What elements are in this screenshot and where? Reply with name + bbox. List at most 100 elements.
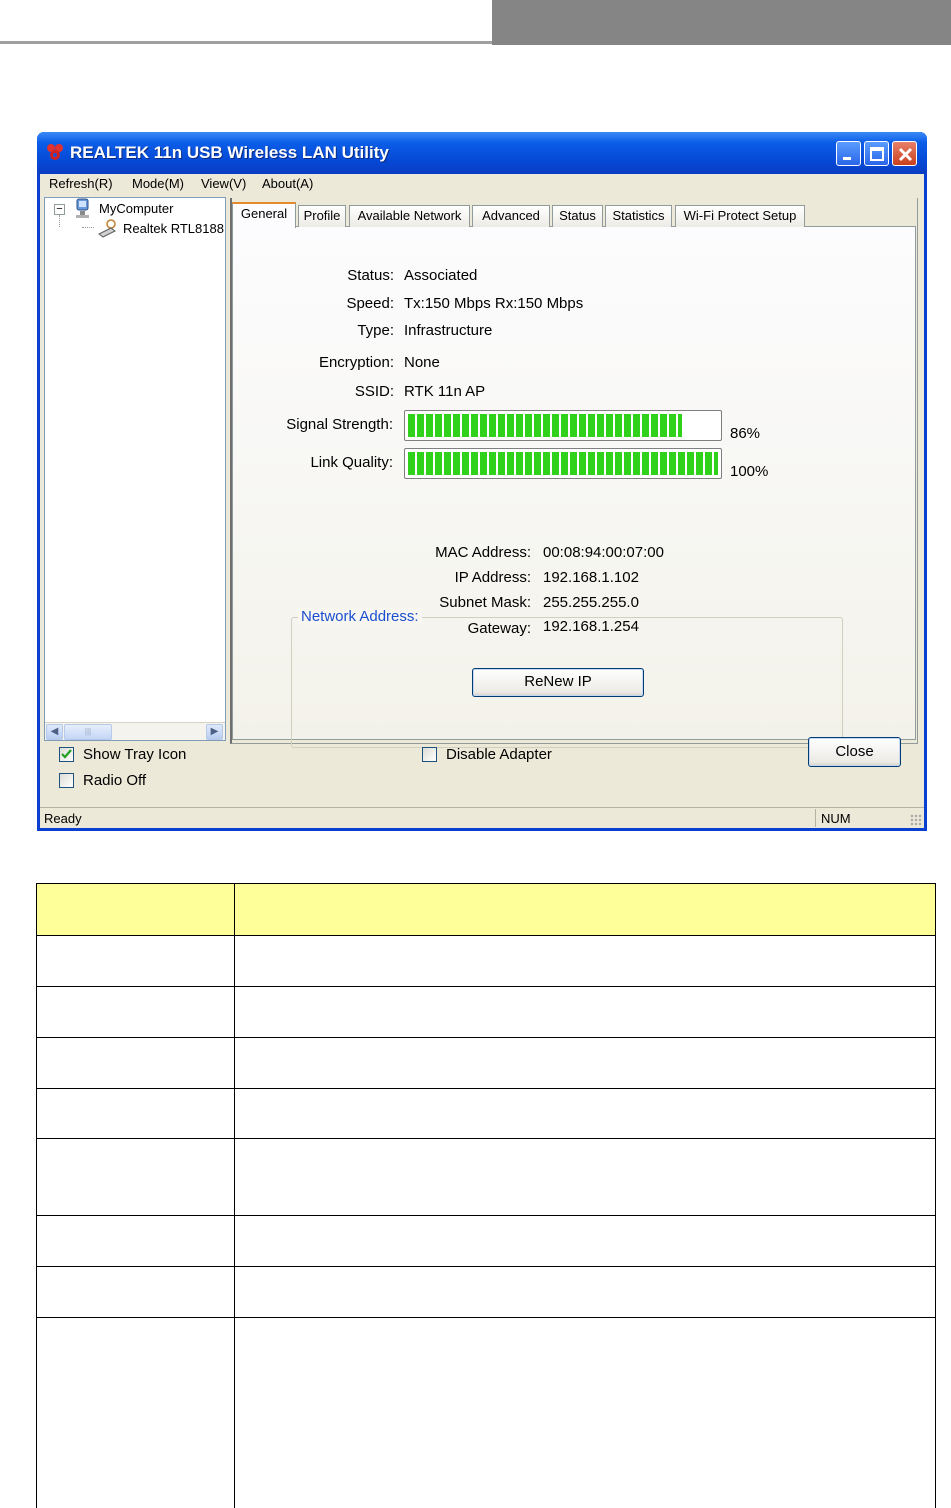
tree-collapse-toggle[interactable]: −	[54, 204, 65, 215]
menu-bar: Refresh(R) Mode(M) View(V) About(A)	[40, 174, 924, 196]
table-cell	[234, 1138, 936, 1216]
signal-strength-fill	[408, 414, 682, 437]
computer-icon	[76, 198, 89, 218]
minimize-button[interactable]	[836, 141, 861, 166]
renew-ip-button[interactable]: ReNew IP	[472, 668, 644, 697]
tree-item-mycomputer[interactable]: MyComputer	[99, 201, 173, 216]
mac-address-label: MAC Address:	[435, 544, 531, 561]
table-cell	[234, 1317, 936, 1508]
subnet-mask-label: Subnet Mask:	[439, 594, 531, 611]
title-bar[interactable]: REALTEK 11n USB Wireless LAN Utility	[37, 132, 927, 174]
close-icon	[898, 147, 913, 162]
table-header-row	[36, 883, 936, 936]
table-row	[36, 1037, 936, 1089]
page-header-block	[492, 0, 951, 45]
close-window-button[interactable]	[892, 141, 917, 166]
num-lock-indicator: NUM	[815, 809, 865, 827]
menu-about[interactable]: About(A)	[262, 176, 313, 191]
tree-item-realtek-adapter[interactable]: Realtek RTL8188	[123, 221, 224, 236]
link-quality-label: Link Quality:	[310, 454, 393, 471]
table-cell	[234, 1266, 936, 1318]
tree-connector	[82, 227, 94, 228]
table-row	[36, 1088, 936, 1139]
table-cell	[36, 1215, 235, 1267]
tab-general[interactable]: General	[232, 202, 296, 228]
status-label: Status:	[347, 267, 394, 284]
table-cell	[234, 883, 936, 936]
disable-adapter-checkbox[interactable]	[422, 747, 437, 762]
table-row	[36, 986, 936, 1038]
tab-wifi-protect-setup[interactable]: Wi-Fi Protect Setup	[675, 205, 805, 227]
tab-available-network[interactable]: Available Network	[349, 205, 470, 227]
table-row	[36, 1266, 936, 1318]
gateway-label: Gateway:	[467, 620, 531, 637]
window-title: REALTEK 11n USB Wireless LAN Utility	[70, 143, 389, 162]
tab-profile[interactable]: Profile	[298, 205, 346, 227]
table-cell	[234, 1037, 936, 1089]
radio-off-label: Radio Off	[83, 772, 147, 789]
table-row	[36, 1317, 936, 1508]
utility-window: REALTEK 11n USB Wireless LAN Utility Ref…	[37, 132, 927, 831]
encryption-label: Encryption:	[318, 354, 394, 371]
ssid-value: RTK 11n AP	[404, 383, 486, 400]
signal-strength-percent: 86%	[730, 425, 761, 442]
signal-strength-label: Signal Strength:	[286, 416, 393, 433]
table-row	[36, 1215, 936, 1267]
subnet-mask-value: 255.255.255.0	[543, 594, 639, 611]
minimize-icon	[843, 157, 851, 160]
description-table	[36, 883, 936, 1508]
network-address-title: Network Address:	[298, 608, 422, 625]
table-row	[36, 1138, 936, 1216]
scroll-left-arrow-icon[interactable]: ◀	[46, 724, 63, 740]
maximize-icon	[870, 147, 884, 161]
table-cell	[36, 1088, 235, 1139]
table-cell	[234, 1088, 936, 1139]
tab-status[interactable]: Status	[552, 205, 603, 227]
type-label: Type:	[357, 322, 394, 339]
tab-advanced[interactable]: Advanced	[472, 205, 550, 227]
status-value: Associated	[404, 267, 478, 284]
menu-view[interactable]: View(V)	[201, 176, 246, 191]
gateway-value: 192.168.1.254	[543, 618, 639, 635]
link-quality-percent: 100%	[730, 463, 769, 480]
speed-label: Speed:	[346, 295, 394, 312]
radio-off-checkbox[interactable]	[59, 773, 74, 788]
menu-refresh[interactable]: Refresh(R)	[49, 176, 113, 191]
table-cell	[36, 883, 235, 936]
ip-address-value: 192.168.1.102	[543, 569, 639, 586]
table-cell	[36, 986, 235, 1038]
tree-horizontal-scrollbar[interactable]: ◀ ||| ▶	[45, 722, 225, 740]
realtek-app-icon	[47, 144, 63, 160]
adapter-tree[interactable]: − MyComputer Realtek RTL8188 ◀ ||| ▶	[44, 197, 226, 741]
scroll-right-arrow-icon[interactable]: ▶	[206, 724, 223, 740]
table-cell	[234, 1215, 936, 1267]
ip-address-label: IP Address:	[454, 569, 531, 586]
table-cell	[36, 1138, 235, 1216]
table-cell	[36, 1317, 235, 1508]
window-client: Refresh(R) Mode(M) View(V) About(A) − My…	[40, 174, 924, 828]
show-tray-icon-label: Show Tray Icon	[83, 746, 187, 763]
table-cell	[36, 1037, 235, 1089]
page-header-rule	[0, 41, 492, 44]
mac-address-value: 00:08:94:00:07:00	[543, 544, 664, 561]
status-text: Ready	[44, 811, 82, 826]
usb-adapter-icon	[98, 219, 116, 238]
tree-connector	[59, 215, 60, 227]
ssid-label: SSID:	[354, 383, 394, 400]
maximize-button[interactable]	[864, 141, 889, 166]
resize-grip-icon[interactable]	[910, 814, 922, 826]
signal-strength-bar	[404, 410, 722, 441]
table-cell	[234, 986, 936, 1038]
status-bar: Ready NUM	[40, 807, 924, 828]
link-quality-bar	[404, 448, 722, 479]
show-tray-icon-checkbox[interactable]	[59, 747, 74, 762]
disable-adapter-label: Disable Adapter	[446, 746, 552, 763]
checkmark-icon	[61, 749, 72, 759]
close-button[interactable]: Close	[808, 737, 901, 767]
type-value: Infrastructure	[404, 322, 493, 339]
scroll-thumb[interactable]: |||	[64, 724, 112, 740]
link-quality-fill	[408, 452, 718, 475]
menu-mode[interactable]: Mode(M)	[132, 176, 184, 191]
tab-statistics[interactable]: Statistics	[605, 205, 672, 227]
table-cell	[36, 935, 235, 987]
